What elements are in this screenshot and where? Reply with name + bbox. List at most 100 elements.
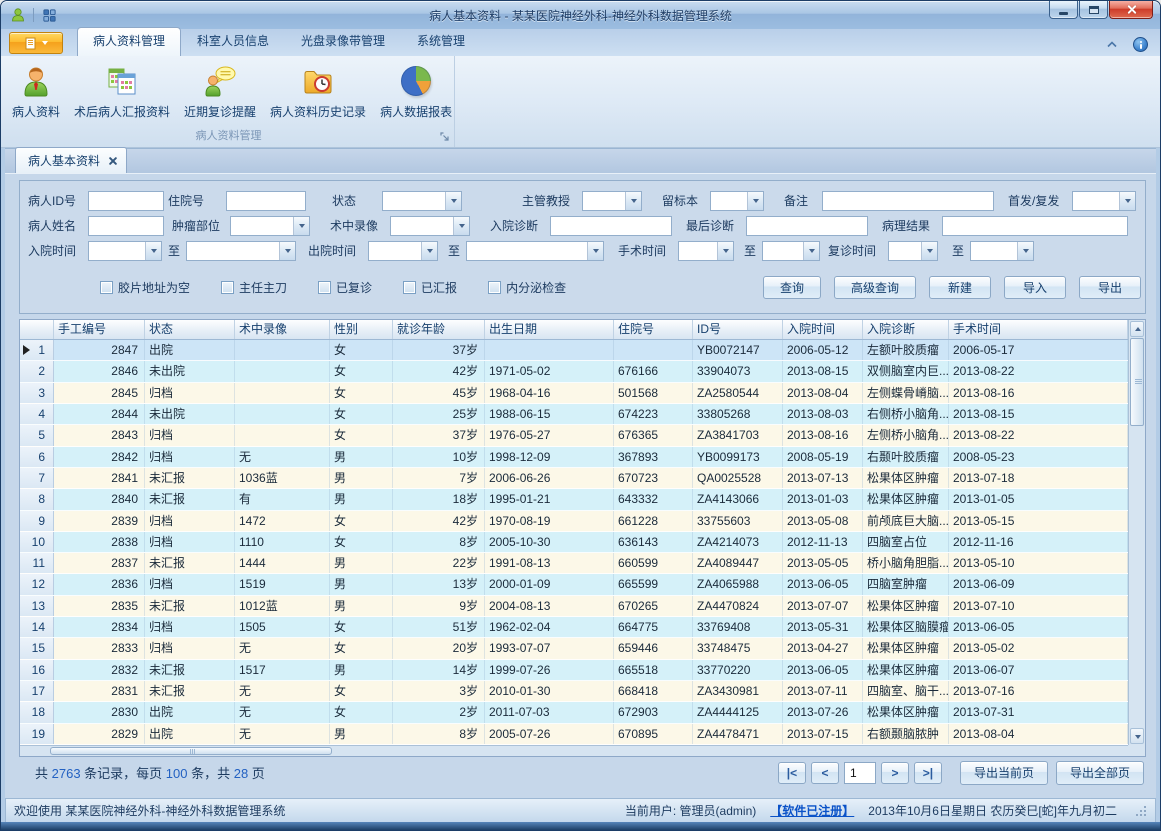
combo-dropdown-button[interactable] bbox=[747, 192, 763, 210]
query-button[interactable]: 查询 bbox=[763, 276, 821, 299]
scroll-up-button[interactable] bbox=[1130, 321, 1144, 337]
application-menu-button[interactable] bbox=[9, 32, 63, 54]
column-header[interactable]: 入院诊断 bbox=[863, 320, 949, 339]
filter-combo[interactable] bbox=[390, 216, 470, 236]
column-header[interactable]: 出生日期 bbox=[485, 320, 614, 339]
table-row[interactable]: 52843归档女37岁1976-05-27676365ZA38417032013… bbox=[20, 425, 1128, 446]
table-row[interactable]: 42844未出院女25岁1988-06-15674223338052682013… bbox=[20, 404, 1128, 425]
column-header[interactable]: 就诊年龄 bbox=[393, 320, 485, 339]
new-button[interactable]: 新建 bbox=[929, 276, 991, 299]
column-header[interactable]: ID号 bbox=[693, 320, 783, 339]
ribbon-button[interactable]: 病人资料历史记录 bbox=[263, 61, 373, 127]
vertical-scrollbar[interactable] bbox=[1128, 320, 1145, 745]
combo-dropdown-button[interactable] bbox=[453, 217, 469, 235]
filter-combo[interactable] bbox=[582, 191, 642, 211]
close-button[interactable] bbox=[1109, 1, 1153, 19]
filter-checkbox[interactable]: 已复诊 bbox=[318, 279, 372, 296]
column-header[interactable]: 手术时间 bbox=[949, 320, 1128, 339]
filter-input[interactable] bbox=[88, 216, 164, 236]
table-row[interactable]: 132835未汇报1012蓝男9岁2004-08-13670265ZA44708… bbox=[20, 596, 1128, 617]
combo-dropdown-button[interactable] bbox=[921, 242, 937, 260]
ribbon-button[interactable]: 病人数据报表 bbox=[373, 61, 459, 127]
ribbon-button[interactable]: 术后病人汇报资料 bbox=[67, 61, 177, 127]
horizontal-scrollbar[interactable] bbox=[20, 745, 1128, 756]
filter-input[interactable] bbox=[746, 216, 868, 236]
filter-input[interactable] bbox=[550, 216, 672, 236]
table-row[interactable]: 92839归档1472女42岁1970-08-19661228337556032… bbox=[20, 511, 1128, 532]
combo-dropdown-button[interactable] bbox=[421, 242, 437, 260]
table-row[interactable]: 72841未汇报1036蓝男7岁2006-06-26670723QA002552… bbox=[20, 468, 1128, 489]
column-header[interactable]: 入院时间 bbox=[783, 320, 863, 339]
ribbon-tab-1[interactable]: 病人资料管理 bbox=[77, 27, 181, 56]
ribbon-tab-4[interactable]: 系统管理 bbox=[401, 27, 481, 56]
combo-dropdown-button[interactable] bbox=[803, 242, 819, 260]
column-header[interactable]: 住院号 bbox=[614, 320, 693, 339]
license-status-link[interactable]: 【软件已注册】 bbox=[770, 802, 854, 819]
minimize-button[interactable] bbox=[1049, 1, 1078, 19]
table-row[interactable]: 162832未汇报1517男14岁1999-07-266655183377022… bbox=[20, 660, 1128, 681]
filter-combo[interactable] bbox=[1072, 191, 1136, 211]
table-row[interactable]: 32845归档女45岁1968-04-16501568ZA25805442013… bbox=[20, 383, 1128, 404]
table-row[interactable]: 82840未汇报有男18岁1995-01-21643332ZA414306620… bbox=[20, 489, 1128, 510]
export-current-page-button[interactable]: 导出当前页 bbox=[960, 761, 1048, 785]
column-header[interactable]: 术中录像 bbox=[235, 320, 330, 339]
export-all-pages-button[interactable]: 导出全部页 bbox=[1056, 761, 1144, 785]
ribbon-button[interactable]: 病人资料 bbox=[5, 61, 67, 127]
table-row[interactable]: 112837未汇报1444男22岁1991-08-13660599ZA40894… bbox=[20, 553, 1128, 574]
filter-checkbox[interactable]: 已汇报 bbox=[403, 279, 457, 296]
filter-checkbox[interactable]: 主任主刀 bbox=[221, 279, 287, 296]
filter-combo[interactable] bbox=[762, 241, 820, 261]
info-icon[interactable] bbox=[1133, 37, 1148, 52]
combo-dropdown-button[interactable] bbox=[1017, 242, 1033, 260]
combo-dropdown-button[interactable] bbox=[1119, 192, 1135, 210]
combo-dropdown-button[interactable] bbox=[279, 242, 295, 260]
filter-combo[interactable] bbox=[888, 241, 938, 261]
column-header[interactable]: 性别 bbox=[330, 320, 393, 339]
table-row[interactable]: 182830出院无女2岁2011-07-03672903ZA4444125201… bbox=[20, 702, 1128, 723]
filter-combo[interactable] bbox=[368, 241, 438, 261]
table-row[interactable]: 62842归档无男10岁1998-12-09367893YB0099173200… bbox=[20, 447, 1128, 468]
column-header[interactable]: 状态 bbox=[145, 320, 235, 339]
combo-dropdown-button[interactable] bbox=[445, 192, 461, 210]
filter-combo[interactable] bbox=[382, 191, 462, 211]
filter-combo[interactable] bbox=[186, 241, 296, 261]
export-button[interactable]: 导出 bbox=[1079, 276, 1141, 299]
filter-combo[interactable] bbox=[230, 216, 310, 236]
combo-dropdown-button[interactable] bbox=[587, 242, 603, 260]
first-page-button[interactable]: |< bbox=[778, 762, 806, 784]
filter-checkbox[interactable]: 内分泌检查 bbox=[488, 279, 566, 296]
filter-combo[interactable] bbox=[970, 241, 1034, 261]
filter-combo[interactable] bbox=[678, 241, 734, 261]
combo-dropdown-button[interactable] bbox=[293, 217, 309, 235]
resize-grip-icon[interactable] bbox=[1135, 805, 1147, 817]
filter-combo[interactable] bbox=[710, 191, 764, 211]
ribbon-tab-3[interactable]: 光盘录像带管理 bbox=[285, 27, 401, 56]
column-header[interactable]: 手工编号 bbox=[54, 320, 145, 339]
table-row[interactable]: 142834归档1505女51岁1962-02-0466477533769408… bbox=[20, 617, 1128, 638]
dialog-launcher-icon[interactable] bbox=[438, 130, 451, 143]
scroll-down-button[interactable] bbox=[1130, 728, 1144, 744]
advanced-query-button[interactable]: 高级查询 bbox=[834, 276, 916, 299]
filter-combo[interactable] bbox=[88, 241, 162, 261]
vertical-scrollbar-thumb[interactable] bbox=[1130, 338, 1144, 426]
horizontal-scrollbar-thumb[interactable] bbox=[50, 747, 332, 755]
table-row[interactable]: 172831未汇报无女3岁2010-01-30668418ZA343098120… bbox=[20, 681, 1128, 702]
prev-page-button[interactable]: < bbox=[811, 762, 839, 784]
ribbon-button[interactable]: 近期复诊提醒 bbox=[177, 61, 263, 127]
last-page-button[interactable]: >| bbox=[914, 762, 942, 784]
filter-input[interactable] bbox=[942, 216, 1128, 236]
document-tab[interactable]: 病人基本资料 bbox=[15, 147, 127, 173]
maximize-button[interactable] bbox=[1079, 1, 1108, 19]
table-row[interactable]: 102838归档1110女8岁2005-10-30636143ZA4214073… bbox=[20, 532, 1128, 553]
combo-dropdown-button[interactable] bbox=[625, 192, 641, 210]
combo-dropdown-button[interactable] bbox=[717, 242, 733, 260]
next-page-button[interactable]: > bbox=[881, 762, 909, 784]
filter-input[interactable] bbox=[88, 191, 164, 211]
quick-access-icon[interactable] bbox=[40, 7, 58, 23]
tab-close-icon[interactable] bbox=[109, 157, 117, 165]
filter-combo[interactable] bbox=[466, 241, 604, 261]
app-menu-icon[interactable] bbox=[9, 7, 27, 23]
import-button[interactable]: 导入 bbox=[1004, 276, 1066, 299]
table-row[interactable]: 12847出院女37岁YB00721472006-05-12左额叶胶质瘤2006… bbox=[20, 340, 1128, 361]
table-row[interactable]: 152833归档无女20岁1993-07-0765944633748475201… bbox=[20, 638, 1128, 659]
